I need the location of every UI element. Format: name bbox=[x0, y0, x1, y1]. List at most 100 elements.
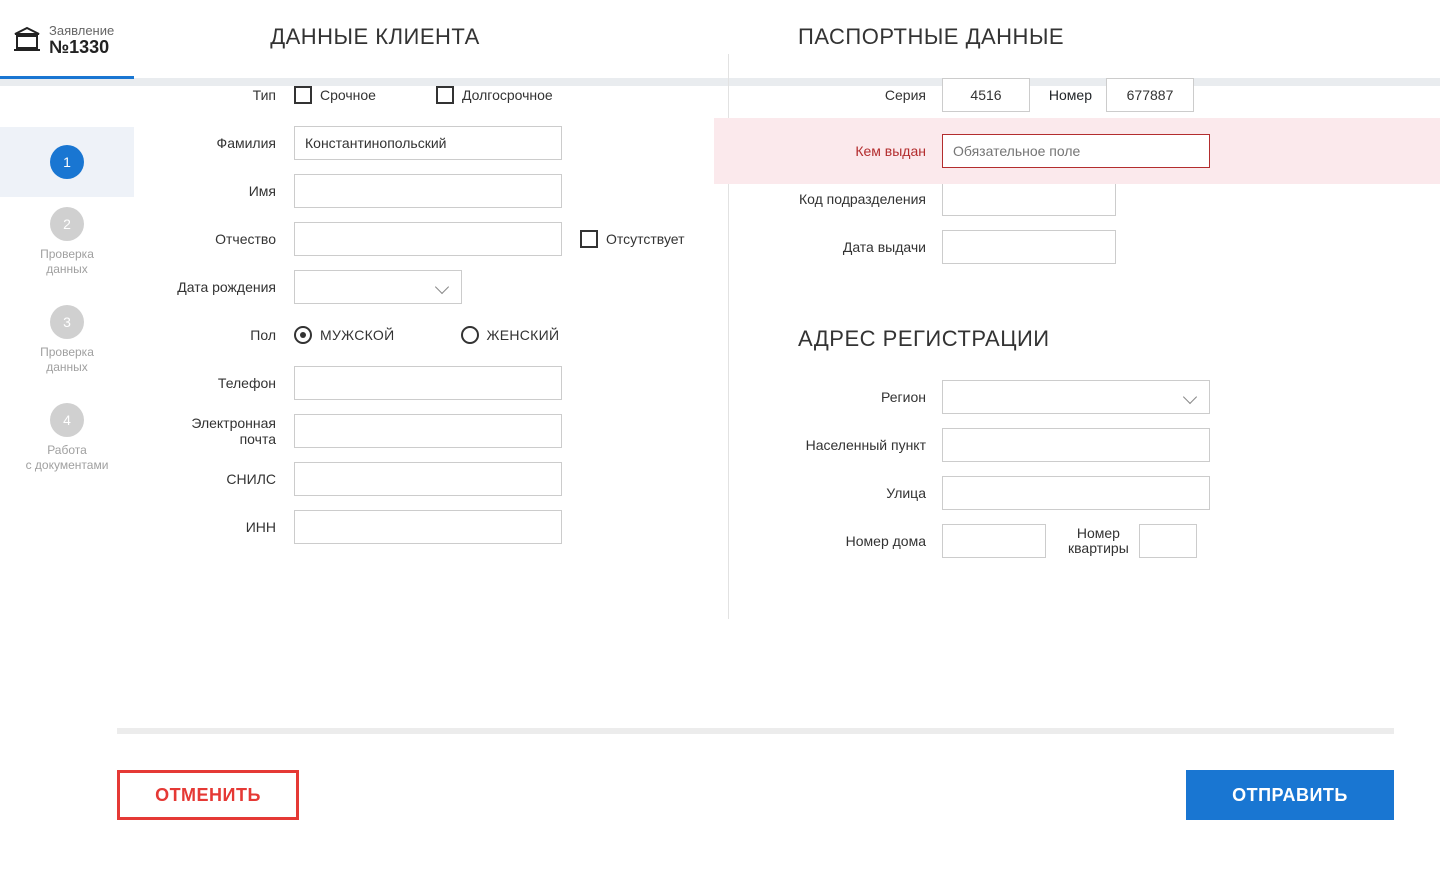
street-row: Улица bbox=[798, 476, 1334, 510]
patronymic-label: Отчество bbox=[154, 231, 276, 247]
address-section-title: АДРЕС РЕГИСТРАЦИИ bbox=[798, 326, 1334, 352]
gender-row: Пол МУЖСКОЙ ЖЕНСКИЙ bbox=[154, 318, 714, 352]
sidebar: Заявление №1330 1 2 Проверка данных 3 Пр… bbox=[0, 0, 134, 879]
type-long-checkbox[interactable]: Долгосрочное bbox=[436, 86, 553, 104]
phone-row: Телефон bbox=[154, 366, 714, 400]
footer-separator bbox=[117, 728, 1394, 734]
radio-label: ЖЕНСКИЙ bbox=[487, 327, 560, 343]
issued-by-input[interactable] bbox=[942, 134, 1210, 168]
checkbox-label: Долгосрочное bbox=[462, 87, 553, 103]
step-label: Работа с документами bbox=[26, 443, 109, 473]
step-badge: 3 bbox=[50, 305, 84, 339]
series-label: Серия bbox=[798, 87, 926, 103]
firstname-row: Имя bbox=[154, 174, 714, 208]
step-2[interactable]: 2 Проверка данных bbox=[0, 207, 134, 277]
issue-date-label: Дата выдачи bbox=[798, 239, 926, 255]
issued-by-label: Кем выдан bbox=[798, 143, 926, 159]
client-pane: ДАННЫЕ КЛИЕНТА Тип Срочное Долгосрочное … bbox=[154, 24, 714, 572]
building-icon bbox=[13, 26, 41, 57]
step-4[interactable]: 4 Работа с документами bbox=[0, 403, 134, 473]
checkbox-icon bbox=[580, 230, 598, 248]
dept-code-row: Код подразделения bbox=[798, 182, 1334, 216]
lastname-input[interactable] bbox=[294, 126, 562, 160]
locality-row: Населенный пункт bbox=[798, 428, 1334, 462]
submit-button[interactable]: ОТПРАВИТЬ bbox=[1186, 770, 1394, 820]
application-label: Заявление bbox=[49, 24, 114, 38]
issued-by-row: Кем выдан bbox=[798, 126, 1334, 176]
cancel-button[interactable]: ОТМЕНИТЬ bbox=[117, 770, 299, 820]
chevron-down-icon bbox=[435, 280, 449, 294]
inn-label: ИНН bbox=[154, 519, 276, 535]
type-label: Тип bbox=[154, 87, 276, 103]
email-input[interactable] bbox=[294, 414, 562, 448]
checkbox-icon bbox=[436, 86, 454, 104]
dob-dropdown[interactable] bbox=[294, 270, 462, 304]
gender-male-radio[interactable]: МУЖСКОЙ bbox=[294, 326, 395, 344]
email-row: Электронная почта bbox=[154, 414, 714, 448]
step-badge: 4 bbox=[50, 403, 84, 437]
gender-label: Пол bbox=[154, 327, 276, 343]
step-badge: 2 bbox=[50, 207, 84, 241]
region-label: Регион bbox=[798, 389, 926, 405]
chevron-down-icon bbox=[1183, 390, 1197, 404]
checkbox-icon bbox=[294, 86, 312, 104]
type-urgent-checkbox[interactable]: Срочное bbox=[294, 86, 376, 104]
snils-input[interactable] bbox=[294, 462, 562, 496]
passport-series-number-row: Серия Номер bbox=[798, 78, 1334, 112]
locality-input[interactable] bbox=[942, 428, 1210, 462]
radio-icon bbox=[294, 326, 312, 344]
dob-label: Дата рождения bbox=[154, 279, 276, 295]
sidebar-header-text: Заявление №1330 bbox=[49, 24, 114, 58]
passport-number-input[interactable] bbox=[1106, 78, 1194, 112]
step-1[interactable]: 1 bbox=[0, 127, 134, 197]
series-input[interactable] bbox=[942, 78, 1030, 112]
house-label: Номер дома bbox=[798, 533, 926, 549]
house-apt-row: Номер дома Номер квартиры bbox=[798, 524, 1334, 558]
passport-pane: ПАСПОРТНЫЕ ДАННЫЕ Серия Номер Кем выдан … bbox=[714, 24, 1334, 572]
inn-input[interactable] bbox=[294, 510, 562, 544]
street-input[interactable] bbox=[942, 476, 1210, 510]
phone-input[interactable] bbox=[294, 366, 562, 400]
step-label: Проверка данных bbox=[40, 345, 94, 375]
firstname-label: Имя bbox=[154, 183, 276, 199]
house-input[interactable] bbox=[942, 524, 1046, 558]
passport-number-label: Номер bbox=[1030, 87, 1092, 103]
step-3[interactable]: 3 Проверка данных bbox=[0, 305, 134, 375]
inn-row: ИНН bbox=[154, 510, 714, 544]
patronymic-input[interactable] bbox=[294, 222, 562, 256]
type-row: Тип Срочное Долгосрочное bbox=[154, 78, 714, 112]
radio-label: МУЖСКОЙ bbox=[320, 327, 395, 343]
region-row: Регион bbox=[798, 380, 1334, 414]
patronymic-row: Отчество Отсутствует bbox=[154, 222, 714, 256]
radio-icon bbox=[461, 326, 479, 344]
dept-code-label: Код подразделения bbox=[798, 191, 926, 207]
dob-row: Дата рождения bbox=[154, 270, 714, 304]
phone-label: Телефон bbox=[154, 375, 276, 391]
lastname-label: Фамилия bbox=[154, 135, 276, 151]
region-dropdown[interactable] bbox=[942, 380, 1210, 414]
footer: ОТМЕНИТЬ ОТПРАВИТЬ bbox=[117, 770, 1394, 820]
sidebar-header: Заявление №1330 bbox=[0, 0, 134, 76]
checkbox-label: Срочное bbox=[320, 87, 376, 103]
snils-row: СНИЛС bbox=[154, 462, 714, 496]
step-badge: 1 bbox=[50, 145, 84, 179]
locality-label: Населенный пункт bbox=[798, 437, 926, 453]
dept-code-input[interactable] bbox=[942, 182, 1116, 216]
firstname-input[interactable] bbox=[294, 174, 562, 208]
patronymic-absent-checkbox[interactable]: Отсутствует bbox=[580, 230, 685, 248]
street-label: Улица bbox=[798, 485, 926, 501]
checkbox-label: Отсутствует bbox=[606, 231, 685, 247]
snils-label: СНИЛС bbox=[154, 471, 276, 487]
issue-date-input[interactable] bbox=[942, 230, 1116, 264]
gender-female-radio[interactable]: ЖЕНСКИЙ bbox=[461, 326, 560, 344]
step-label: Проверка данных bbox=[40, 247, 94, 277]
content: ДАННЫЕ КЛИЕНТА Тип Срочное Долгосрочное … bbox=[134, 0, 1440, 879]
lastname-row: Фамилия bbox=[154, 126, 714, 160]
email-label: Электронная почта bbox=[154, 415, 276, 447]
client-section-title: ДАННЫЕ КЛИЕНТА bbox=[154, 24, 714, 50]
apt-input[interactable] bbox=[1139, 524, 1197, 558]
passport-section-title: ПАСПОРТНЫЕ ДАННЫЕ bbox=[798, 24, 1334, 50]
application-number: №1330 bbox=[49, 38, 114, 58]
steps-list: 1 2 Проверка данных 3 Проверка данных 4 … bbox=[0, 87, 134, 501]
issue-date-row: Дата выдачи bbox=[798, 230, 1334, 264]
